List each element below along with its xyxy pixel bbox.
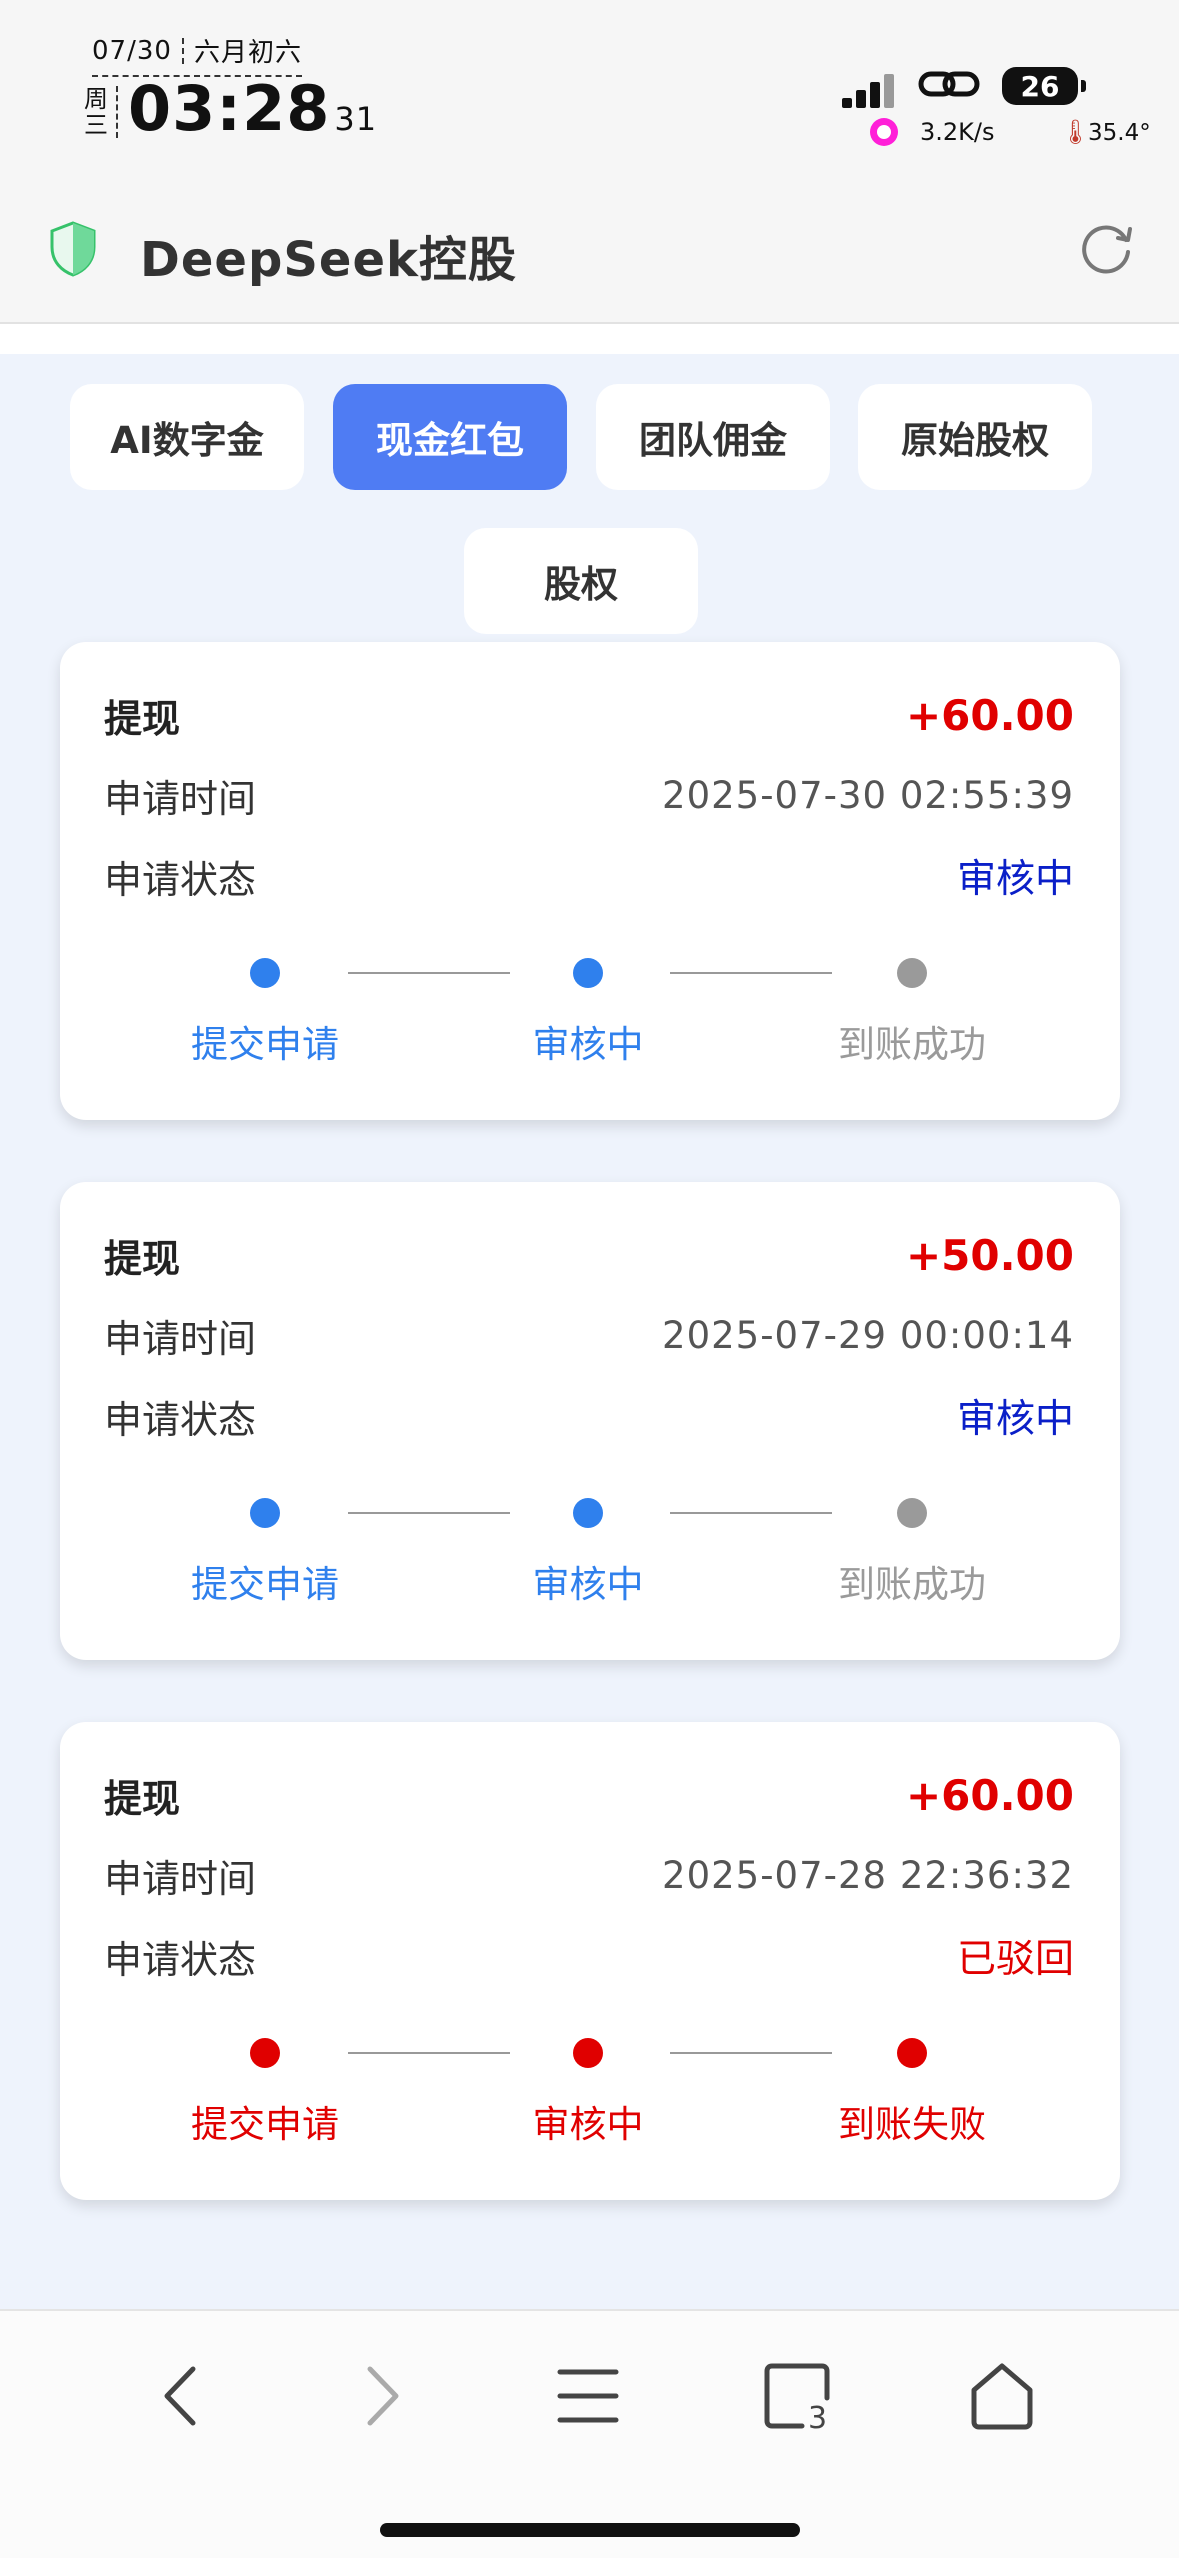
step-connector xyxy=(670,972,832,974)
network-speed: 3.2K/s xyxy=(920,118,995,146)
weekday: 周三 xyxy=(84,86,118,138)
record-type: 提现 xyxy=(104,1777,181,1821)
status-label: 申请状态 xyxy=(104,1397,257,1442)
date-separator xyxy=(181,37,184,64)
thermometer-icon: 🌡 xyxy=(1060,118,1091,146)
step-dot xyxy=(250,958,280,988)
step-label: 到账成功 xyxy=(838,1563,986,1606)
tab-team-commission[interactable]: 团队佣金 xyxy=(596,384,830,490)
record-status: 审核中 xyxy=(956,857,1074,902)
shield-logo-icon xyxy=(50,221,96,277)
step-dot xyxy=(573,1498,603,1528)
tab-label: AI数字金 xyxy=(110,419,264,462)
forward-icon xyxy=(367,2366,399,2426)
app-title: DeepSeek控股 xyxy=(140,232,517,288)
step-connector xyxy=(348,2052,510,2054)
record-time: 2025-07-28 22:36:32 xyxy=(662,1854,1074,1897)
date-text: 07/30 xyxy=(92,35,172,66)
step-dot xyxy=(897,1498,927,1528)
tab-label: 现金红包 xyxy=(376,419,524,462)
status-label: 申请状态 xyxy=(104,857,257,902)
status-bar: 07/30 六月初六 周三 03:28 31 26 3.2K/s 🌡 35.4° xyxy=(0,0,1179,190)
record-card: 提现 +50.00 申请时间 2025-07-29 00:00:14 申请状态 … xyxy=(60,1182,1120,1660)
step-label: 提交申请 xyxy=(191,1563,339,1606)
back-button[interactable] xyxy=(135,2351,225,2441)
tabs-icon: 3 xyxy=(764,2363,830,2432)
time-label: 申请时间 xyxy=(104,1317,257,1361)
record-time: 2025-07-30 02:55:39 xyxy=(662,774,1074,817)
battery-level: 26 xyxy=(1020,69,1060,103)
tab-equity[interactable]: 股权 xyxy=(464,528,698,634)
network-speed-icon xyxy=(870,118,898,146)
tab-ai-digital-gold[interactable]: AI数字金 xyxy=(70,384,304,490)
tab-cash-red-packet[interactable]: 现金红包 xyxy=(333,384,567,490)
status-label: 申请状态 xyxy=(104,1937,257,1982)
temperature: 35.4° xyxy=(1088,120,1151,146)
step-connector xyxy=(348,972,510,974)
step-label: 提交申请 xyxy=(191,1023,339,1066)
time-label: 申请时间 xyxy=(104,777,257,821)
home-icon xyxy=(971,2363,1033,2430)
menu-icon xyxy=(557,2369,619,2423)
home-button[interactable] xyxy=(957,2351,1047,2441)
step-connector xyxy=(670,2052,832,2054)
step-dot xyxy=(897,2038,927,2068)
step-label: 审核中 xyxy=(532,1023,644,1066)
record-type: 提现 xyxy=(104,1237,181,1281)
link-icon xyxy=(918,71,980,97)
clock-time: 03:28 xyxy=(128,72,331,145)
step-dot xyxy=(250,2038,280,2068)
home-indicator[interactable] xyxy=(380,2523,800,2537)
step-connector xyxy=(670,1512,832,1514)
step-label: 提交申请 xyxy=(191,2103,339,2146)
forward-button[interactable] xyxy=(338,2351,428,2441)
tab-count: 3 xyxy=(808,2401,827,2432)
tab-label: 原始股权 xyxy=(901,419,1049,462)
battery-icon: 26 xyxy=(1002,67,1086,105)
tab-label: 团队佣金 xyxy=(639,419,787,462)
app-header: DeepSeek控股 xyxy=(0,190,1179,324)
browser-bottom-bar: 3 xyxy=(0,2309,1179,2558)
content-area: AI数字金 现金红包 团队佣金 原始股权 股权 提现 +60.00 申请时间 2… xyxy=(0,354,1179,2309)
record-amount: +60.00 xyxy=(905,1771,1074,1820)
lunar-date: 六月初六 xyxy=(193,38,302,68)
tabs-button[interactable]: 3 xyxy=(753,2351,843,2441)
step-dot xyxy=(573,2038,603,2068)
tab-label: 股权 xyxy=(544,563,618,606)
refresh-icon[interactable] xyxy=(1078,218,1136,276)
signal-icon xyxy=(842,72,894,108)
step-label: 审核中 xyxy=(532,2103,644,2146)
status-date: 07/30 六月初六 xyxy=(92,32,302,77)
record-amount: +60.00 xyxy=(905,691,1074,740)
record-card: 提现 +60.00 申请时间 2025-07-28 22:36:32 申请状态 … xyxy=(60,1722,1120,2200)
tab-original-equity[interactable]: 原始股权 xyxy=(858,384,1092,490)
clock: 03:28 31 xyxy=(128,72,377,145)
back-icon xyxy=(164,2366,196,2426)
time-label: 申请时间 xyxy=(104,1857,257,1901)
record-card: 提现 +60.00 申请时间 2025-07-30 02:55:39 申请状态 … xyxy=(60,642,1120,1120)
step-label: 审核中 xyxy=(532,1563,644,1606)
record-status: 已驳回 xyxy=(956,1937,1074,1982)
step-dot xyxy=(573,958,603,988)
record-amount: +50.00 xyxy=(905,1231,1074,1280)
step-dot xyxy=(250,1498,280,1528)
record-type: 提现 xyxy=(104,697,181,741)
step-label: 到账失败 xyxy=(838,2103,986,2146)
record-time: 2025-07-29 00:00:14 xyxy=(662,1314,1074,1357)
step-label: 到账成功 xyxy=(838,1023,986,1066)
step-dot xyxy=(897,958,927,988)
menu-button[interactable] xyxy=(543,2351,633,2441)
step-connector xyxy=(348,1512,510,1514)
clock-seconds: 31 xyxy=(334,100,378,138)
record-status: 审核中 xyxy=(956,1397,1074,1442)
